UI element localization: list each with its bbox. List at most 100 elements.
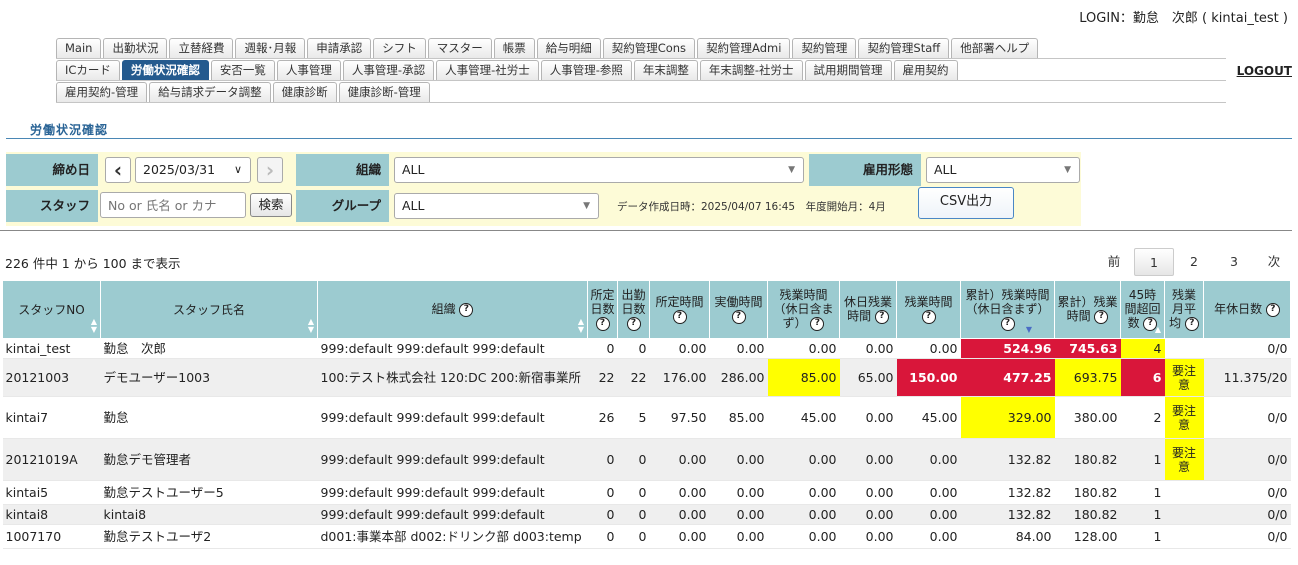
nav-tab[interactable]: 出勤状況 <box>103 38 168 58</box>
nav-tab[interactable]: 給与請求データ調整 <box>149 82 271 102</box>
nav-tab[interactable]: Main <box>56 38 102 58</box>
help-icon[interactable]: ? <box>810 316 825 331</box>
nav-tab[interactable]: 年末調整-社労士 <box>699 60 803 80</box>
emp-type-select[interactable]: ALL ▼ <box>926 157 1080 183</box>
nav-tab[interactable]: 人事管理-参照 <box>540 60 632 80</box>
col-over45-count[interactable]: 45時間超回数 ? ▲ <box>1120 280 1165 339</box>
nav-tab[interactable]: 立替経費 <box>169 38 234 58</box>
col-staff-no[interactable]: スタッフNO ▲ ▼ <box>2 280 101 339</box>
col-attendance-days[interactable]: 出勤日数? <box>617 280 650 339</box>
col-overtime[interactable]: 残業時間? <box>896 280 961 339</box>
page-button-1[interactable]: 1 <box>1134 248 1174 276</box>
nav-tab[interactable]: 週報･月報 <box>235 38 306 58</box>
prev-page-button[interactable]: 前 <box>1094 248 1134 276</box>
help-icon[interactable]: ? <box>626 316 641 331</box>
closing-date-select[interactable]: 2025/03/31 ∨ <box>135 157 251 183</box>
next-page-button[interactable]: 次 <box>1254 248 1294 276</box>
cell-cumulative-overtime: 128.00 <box>1054 524 1121 549</box>
cell-staff-name: 勤怠テストユーザー5 <box>100 480 318 505</box>
pagination: 前 1 2 3 次 <box>1094 248 1294 276</box>
cell-scheduled-hours: 0.00 <box>649 524 710 549</box>
col-cumulative-overtime[interactable]: 累計）残業時間 ? <box>1054 280 1121 339</box>
col-staff-name[interactable]: スタッフ氏名 ▲ ▼ <box>100 280 318 339</box>
page-button-3[interactable]: 3 <box>1214 248 1254 276</box>
help-icon[interactable]: ? <box>1094 309 1109 324</box>
nav-tab[interactable]: 人事管理-承認 <box>342 60 435 80</box>
nav-tab[interactable]: ICカード <box>56 60 120 80</box>
page-button-2[interactable]: 2 <box>1174 248 1214 276</box>
nav-tab[interactable]: マスター <box>427 38 492 58</box>
next-date-button[interactable]: › <box>257 157 283 183</box>
nav-tab[interactable]: 試用期間管理 <box>804 60 892 80</box>
search-button[interactable]: 検索 <box>250 193 292 217</box>
chevron-down-icon: ∨ <box>233 163 242 176</box>
cell-overtime: 0.00 <box>896 504 961 525</box>
nav-tab[interactable]: 契約管理 <box>792 38 857 58</box>
cell-attendance-days: 0 <box>617 480 650 505</box>
help-icon[interactable]: ? <box>874 309 889 324</box>
nav-tab[interactable]: 他部署ヘルプ <box>951 38 1039 58</box>
nav-tab[interactable]: 雇用契約-管理 <box>56 82 148 102</box>
logout-link[interactable]: LOGOUT <box>1237 64 1292 78</box>
nav-tab[interactable]: 申請承認 <box>307 38 372 58</box>
cell-over45-count: 6 <box>1120 358 1165 397</box>
group-select[interactable]: ALL ▼ <box>394 193 599 219</box>
col-cumulative-overtime-excl[interactable]: 累計）残業時間（休日含まず）? ▼ <box>960 280 1055 339</box>
help-icon[interactable]: ? <box>459 302 474 317</box>
cell-annual-leave: 0/0 <box>1203 504 1291 525</box>
help-icon[interactable]: ? <box>1265 302 1280 317</box>
cell-over45-count: 1 <box>1120 504 1165 525</box>
cell-cumulative-overtime-excl: 132.82 <box>960 504 1055 525</box>
nav-row-1: Main 出勤状況 立替経費 週報･月報 申請承認 シフト マスター 帳票 給与明細 契約管理Co… <box>56 36 1226 58</box>
col-org[interactable]: 組織 ? ▲ ▼ <box>317 280 588 339</box>
col-annual-leave[interactable]: 年休日数 ? <box>1203 280 1291 339</box>
cell-attendance-days: 0 <box>617 438 650 481</box>
col-overtime-excl-holiday[interactable]: 残業時間（休日含まず） ? <box>767 280 840 339</box>
help-icon[interactable]: ? <box>595 316 610 331</box>
org-value: ALL <box>402 162 425 177</box>
cell-over45-count: 1 <box>1120 438 1165 481</box>
page-title: 労働状況確認 <box>30 123 109 137</box>
cell-org: 999:default 999:default 999:default <box>317 396 588 439</box>
cell-overtime-monthly-avg: 要注意 <box>1164 396 1204 439</box>
main-nav: Main 出勤状況 立替経費 週報･月報 申請承認 シフト マスター 帳票 給与明細 契約管理Co… <box>56 36 1226 102</box>
cell-overtime-excl-holiday: 0.00 <box>767 338 840 359</box>
nav-tab[interactable]: 契約管理Cons <box>602 38 696 58</box>
nav-tab[interactable]: 年末調整 <box>633 60 698 80</box>
col-overtime-monthly-avg[interactable]: 残業月平均 ? <box>1164 280 1204 339</box>
help-icon[interactable]: ? <box>1184 316 1199 331</box>
col-scheduled-hours[interactable]: 所定時間? <box>649 280 710 339</box>
help-icon[interactable]: ? <box>921 309 936 324</box>
nav-tab[interactable]: 安否一覧 <box>210 60 275 80</box>
csv-export-button[interactable]: CSV出力 <box>918 187 1014 219</box>
staff-search-input[interactable] <box>100 192 246 218</box>
sort-icon: ▲ ▼ <box>307 317 314 334</box>
col-scheduled-days[interactable]: 所定日数? <box>587 280 618 339</box>
help-icon[interactable]: ? <box>1000 316 1015 331</box>
nav-row-2: ICカード 労働状況確認 安否一覧 人事管理 人事管理-承認 人事管理-社労士 人事管理-参… <box>56 58 1226 80</box>
nav-tab[interactable]: 雇用契約 <box>893 60 958 80</box>
nav-tab[interactable]: 人事管理 <box>276 60 341 80</box>
nav-tab[interactable]: シフト <box>373 38 426 58</box>
prev-date-button[interactable]: ‹ <box>105 157 131 183</box>
nav-tab[interactable]: 帳票 <box>493 38 535 58</box>
cell-org: 999:default 999:default 999:default <box>317 338 588 359</box>
help-icon[interactable]: ? <box>672 309 687 324</box>
header-label: 所定時間 <box>655 295 704 310</box>
col-actual-hours[interactable]: 実働時間? <box>709 280 768 339</box>
cell-scheduled-days: 0 <box>587 338 618 359</box>
nav-tab[interactable]: 契約管理Staff <box>858 38 950 58</box>
staff-label: スタッフ <box>6 190 98 222</box>
nav-tab[interactable]: 人事管理-社労士 <box>436 60 539 80</box>
cell-overtime-excl-holiday: 45.00 <box>767 396 840 439</box>
nav-tab[interactable]: 健康診断 <box>272 82 337 102</box>
cell-cumulative-overtime-excl: 132.82 <box>960 438 1055 481</box>
org-select[interactable]: ALL ▼ <box>394 157 804 183</box>
nav-tab[interactable]: 契約管理Admi <box>697 38 791 58</box>
nav-tab[interactable]: 健康診断-管理 <box>338 82 430 102</box>
help-icon[interactable]: ? <box>731 309 746 324</box>
nav-tab[interactable]: 労働状況確認 <box>121 60 209 80</box>
col-holiday-overtime[interactable]: 休日残業時間 ? <box>839 280 897 339</box>
nav-tab[interactable]: 給与明細 <box>536 38 601 58</box>
header-label: 出勤日数 <box>621 288 646 317</box>
